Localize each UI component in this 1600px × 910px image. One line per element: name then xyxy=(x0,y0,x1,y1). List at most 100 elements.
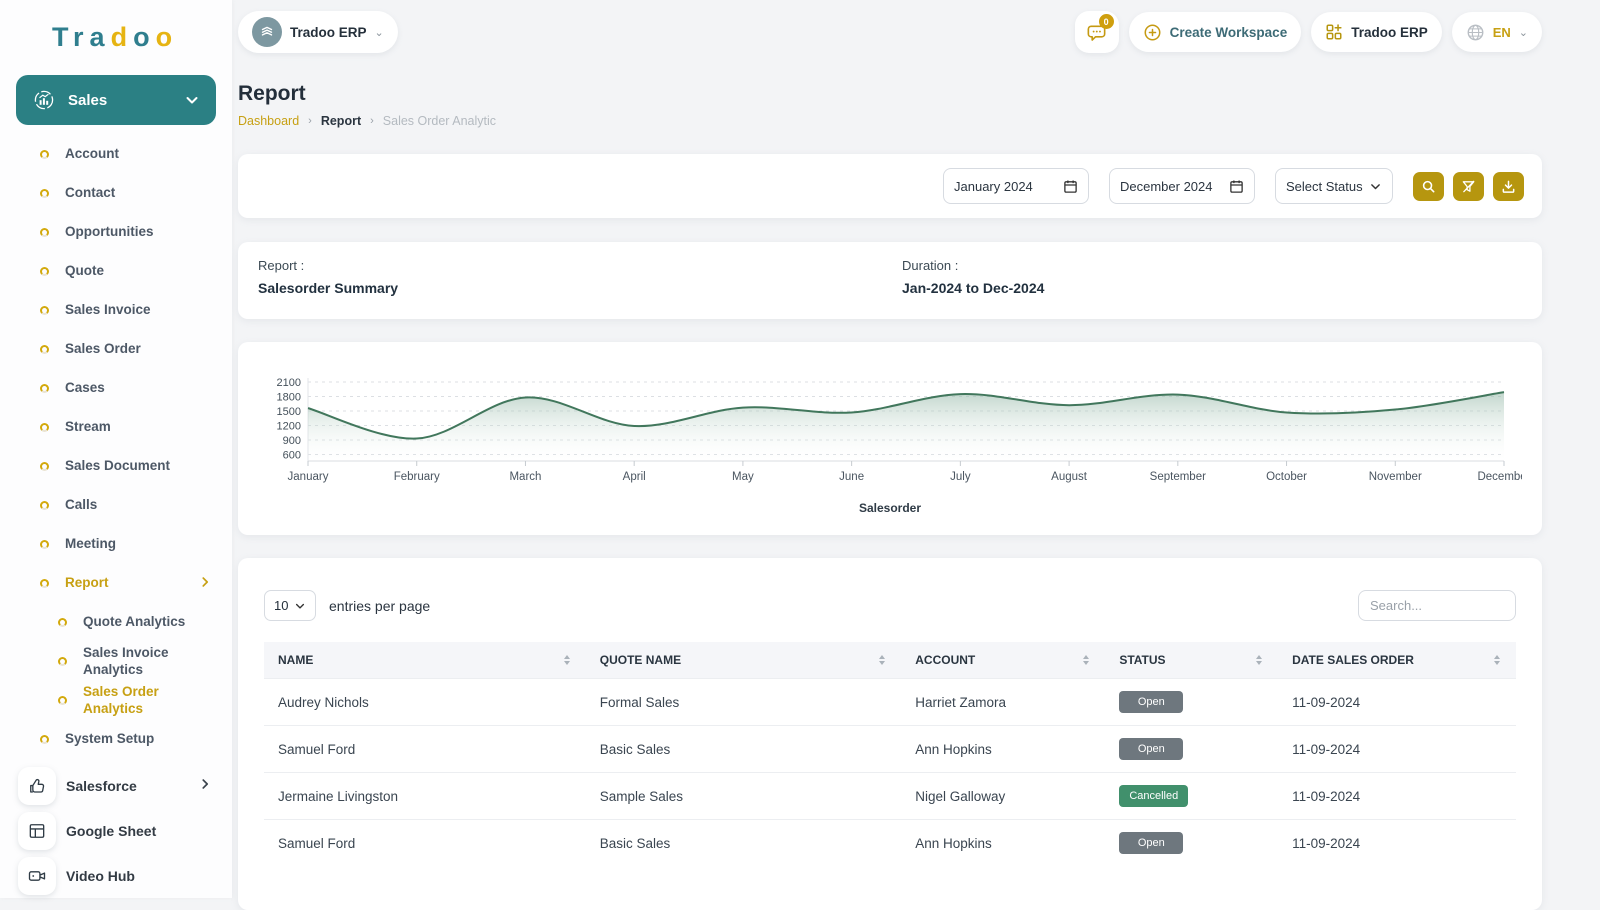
end-date-value: December 2024 xyxy=(1120,179,1213,194)
globe-icon xyxy=(1466,23,1485,42)
chart-card: 6009001200150018002100JanuaryFebruaryMar… xyxy=(238,342,1542,535)
cell-account: Harriet Zamora xyxy=(901,679,1105,726)
sidebar-item-video-hub[interactable]: Video Hub xyxy=(0,853,232,898)
column-header-date-sales-order[interactable]: DATE SALES ORDER xyxy=(1278,642,1516,679)
sidebar-item-google-sheet[interactable]: Google Sheet xyxy=(0,808,232,853)
sales-chart-icon xyxy=(32,88,56,112)
x-axis-month-label: August xyxy=(1051,471,1088,483)
table-row[interactable]: Samuel FordBasic SalesAnn HopkinsOpen11-… xyxy=(264,726,1516,773)
y-axis-tick: 600 xyxy=(283,450,301,462)
breadcrumb-report[interactable]: Report xyxy=(321,114,361,128)
sidebar-item-account[interactable]: Account xyxy=(0,135,232,174)
sidebar-section-sales[interactable]: Sales xyxy=(16,75,216,125)
column-header-status[interactable]: STATUS xyxy=(1105,642,1278,679)
sidebar-item-salesforce[interactable]: Salesforce xyxy=(0,763,232,808)
table-row[interactable]: Audrey NicholsFormal SalesHarriet Zamora… xyxy=(264,679,1516,726)
table-search-input[interactable] xyxy=(1358,590,1516,621)
y-axis-tick: 1800 xyxy=(277,392,301,404)
logo-letter: d xyxy=(111,22,134,52)
bullet-icon xyxy=(40,345,49,354)
table-card: 10 entries per page NAME QUOTE NAME ACCOUN… xyxy=(238,558,1542,910)
page-size-value: 10 xyxy=(274,598,288,613)
sidebar-item-opportunities[interactable]: Opportunities xyxy=(0,213,232,252)
chevron-right-icon xyxy=(198,575,212,592)
bullet-icon xyxy=(40,150,49,159)
bullet-icon xyxy=(40,189,49,198)
sidebar-item-sales-invoice[interactable]: Sales Invoice xyxy=(0,291,232,330)
sidebar-item-cases[interactable]: Cases xyxy=(0,369,232,408)
sidebar-item-label: Quote xyxy=(65,263,212,280)
erp-workspace-button[interactable]: Tradoo ERP xyxy=(1311,12,1442,52)
erp-workspace-label: Tradoo ERP xyxy=(1351,25,1428,40)
table-row[interactable]: Jermaine LivingstonSample SalesNigel Gal… xyxy=(264,773,1516,820)
cell-account: Ann Hopkins xyxy=(901,820,1105,867)
language-label: EN xyxy=(1493,25,1511,40)
search-button[interactable] xyxy=(1413,172,1444,201)
start-date-input[interactable]: January 2024 xyxy=(943,168,1089,204)
table-controls: 10 entries per page xyxy=(264,590,1516,621)
filter-actions xyxy=(1413,172,1524,201)
column-label: DATE SALES ORDER xyxy=(1292,653,1414,667)
column-header-name[interactable]: NAME xyxy=(264,642,586,679)
column-label: QUOTE NAME xyxy=(600,653,681,667)
clear-filter-icon xyxy=(1461,179,1476,194)
sidebar-item-label: Quote Analytics xyxy=(83,614,212,631)
notifications-button[interactable]: 0 xyxy=(1075,11,1119,53)
sidebar-item-label: Sales Document xyxy=(65,458,212,475)
sidebar-item-label: Sales Order xyxy=(65,341,212,358)
breadcrumb-dashboard[interactable]: Dashboard xyxy=(238,114,299,128)
end-date-input[interactable]: December 2024 xyxy=(1109,168,1255,204)
sort-icon[interactable] xyxy=(564,655,574,665)
sidebar-item-system-setup[interactable]: System Setup xyxy=(0,720,232,759)
sidebar-section-label: Sales xyxy=(68,92,172,109)
cell-date-sales-order: 11-09-2024 xyxy=(1278,773,1516,820)
sidebar-item-report[interactable]: Report xyxy=(0,564,232,603)
sidebar-item-sales-invoice-analytics[interactable]: Sales Invoice Analytics xyxy=(0,642,232,681)
column-header-account[interactable]: ACCOUNT xyxy=(901,642,1105,679)
sort-icon[interactable] xyxy=(1083,655,1093,665)
sidebar-item-quote-analytics[interactable]: Quote Analytics xyxy=(0,603,232,642)
bullet-icon xyxy=(40,501,49,510)
sidebar-item-label: Video Hub xyxy=(66,868,212,884)
bullet-icon xyxy=(58,696,67,705)
column-label: STATUS xyxy=(1119,653,1165,667)
create-workspace-button[interactable]: Create Workspace xyxy=(1129,12,1302,52)
brand-logo[interactable]: Tradoo xyxy=(0,0,232,67)
bullet-icon xyxy=(40,306,49,315)
clear-filter-button[interactable] xyxy=(1453,172,1484,201)
sidebar-item-sales-document[interactable]: Sales Document xyxy=(0,447,232,486)
sort-icon[interactable] xyxy=(879,655,889,665)
sidebar-item-contact[interactable]: Contact xyxy=(0,174,232,213)
table-row[interactable]: Samuel FordBasic SalesAnn HopkinsOpen11-… xyxy=(264,820,1516,867)
page-size-select[interactable]: 10 xyxy=(264,590,316,621)
cell-quote-name: Basic Sales xyxy=(586,820,902,867)
sidebar-item-stream[interactable]: Stream xyxy=(0,408,232,447)
sidebar-item-label: Salesforce xyxy=(66,778,188,794)
language-selector[interactable]: EN ⌄ xyxy=(1452,12,1542,52)
download-button[interactable] xyxy=(1493,172,1524,201)
column-label: NAME xyxy=(278,653,313,667)
sidebar-item-sales-order[interactable]: Sales Order xyxy=(0,330,232,369)
x-axis-month-label: October xyxy=(1266,471,1307,483)
workspace-selector[interactable]: Tradoo ERP ⌄ xyxy=(238,11,398,53)
sidebar-item-meeting[interactable]: Meeting xyxy=(0,525,232,564)
entries-per-page-label: entries per page xyxy=(329,598,430,614)
logo-letter: o xyxy=(156,22,179,52)
y-axis-tick: 1500 xyxy=(277,406,301,418)
y-axis-tick: 1200 xyxy=(277,421,301,433)
duration-label: Duration : xyxy=(902,258,1044,273)
cell-name: Jermaine Livingston xyxy=(264,773,586,820)
breadcrumb: Dashboard › Report › Sales Order Analyti… xyxy=(238,114,1542,128)
sidebar-item-quote[interactable]: Quote xyxy=(0,252,232,291)
sidebar-item-calls[interactable]: Calls xyxy=(0,486,232,525)
sidebar-item-sales-order-analytics[interactable]: Sales Order Analytics xyxy=(0,681,232,720)
sidebar-item-label: Opportunities xyxy=(65,224,212,241)
column-header-quote-name[interactable]: QUOTE NAME xyxy=(586,642,902,679)
chevron-right-icon xyxy=(198,777,212,794)
x-axis-month-label: July xyxy=(950,471,971,483)
sort-icon[interactable] xyxy=(1494,655,1504,665)
bullet-icon xyxy=(40,735,49,744)
sort-icon[interactable] xyxy=(1256,655,1266,665)
sidebar-menu: AccountContact Opportunities Quote Sales In… xyxy=(0,135,232,759)
status-select[interactable]: Select Status xyxy=(1275,168,1393,204)
